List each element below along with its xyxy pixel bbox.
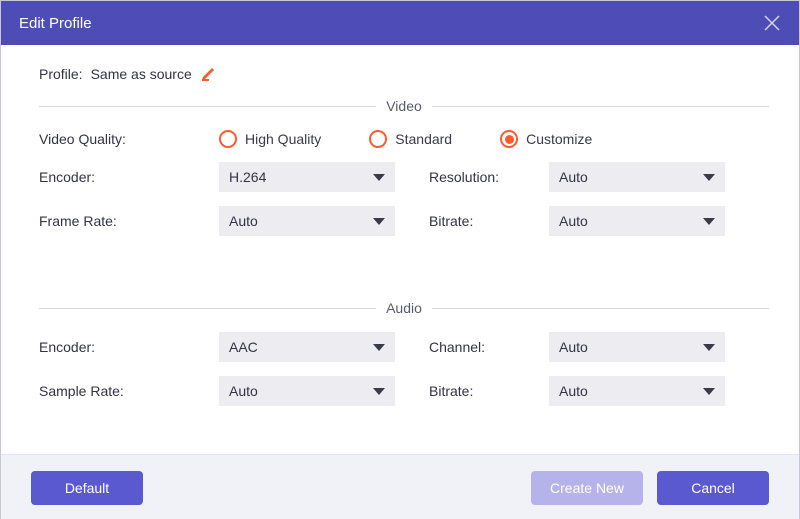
window-title: Edit Profile [19,15,92,32]
create-new-button[interactable]: Create New [531,471,643,505]
chevron-down-icon [373,388,385,395]
chevron-down-icon [373,344,385,351]
audio-encoder-label: Encoder: [39,339,219,355]
profile-row: Profile: Same as source [39,63,769,84]
radio-icon [500,130,518,148]
video-quality-radios: High Quality Standard Customize [219,130,769,148]
radio-high-quality[interactable]: High Quality [219,130,321,148]
radio-customize[interactable]: Customize [500,130,592,148]
video-section-title: Video [386,98,422,114]
chevron-down-icon [373,218,385,225]
select-value: Auto [229,213,258,229]
titlebar: Edit Profile [1,1,799,45]
audio-encoder-select[interactable]: AAC [219,332,395,362]
audio-samplerate-select[interactable]: Auto [219,376,395,406]
audio-samplerate-label: Sample Rate: [39,383,219,399]
select-value: Auto [559,213,588,229]
audio-bitrate-select[interactable]: Auto [549,376,725,406]
profile-value: Same as source [91,66,192,82]
edit-profile-window: Edit Profile Profile: Same as source Vid… [0,0,800,519]
video-section-divider: Video [39,98,769,114]
video-bitrate-select[interactable]: Auto [549,206,725,236]
radio-standard[interactable]: Standard [369,130,452,148]
audio-section-title: Audio [386,300,422,316]
radio-label: Customize [526,131,592,147]
cancel-button[interactable]: Cancel [657,471,769,505]
radio-label: High Quality [245,131,321,147]
video-resolution-label: Resolution: [429,169,549,185]
select-value: Auto [229,383,258,399]
chevron-down-icon [703,174,715,181]
select-value: H.264 [229,169,266,185]
chevron-down-icon [703,218,715,225]
video-framerate-select[interactable]: Auto [219,206,395,236]
audio-channel-label: Channel: [429,339,549,355]
radio-icon [219,130,237,148]
default-button[interactable]: Default [31,471,143,505]
chevron-down-icon [373,174,385,181]
video-bitrate-label: Bitrate: [429,213,549,229]
profile-label: Profile: [39,66,83,82]
audio-channel-select[interactable]: Auto [549,332,725,362]
video-resolution-select[interactable]: Auto [549,162,725,192]
video-quality-label: Video Quality: [39,131,219,147]
dialog-body: Profile: Same as source Video Video Qual… [1,45,799,454]
radio-label: Standard [395,131,452,147]
audio-section-divider: Audio [39,300,769,316]
select-value: Auto [559,339,588,355]
footer: Default Create New Cancel [1,454,799,519]
radio-icon [369,130,387,148]
chevron-down-icon [703,388,715,395]
select-value: Auto [559,383,588,399]
video-framerate-label: Frame Rate: [39,213,219,229]
select-value: Auto [559,169,588,185]
video-encoder-select[interactable]: H.264 [219,162,395,192]
select-value: AAC [229,339,258,355]
close-icon[interactable] [763,14,781,32]
chevron-down-icon [703,344,715,351]
video-encoder-label: Encoder: [39,169,219,185]
edit-icon[interactable] [200,63,218,84]
audio-bitrate-label: Bitrate: [429,383,549,399]
